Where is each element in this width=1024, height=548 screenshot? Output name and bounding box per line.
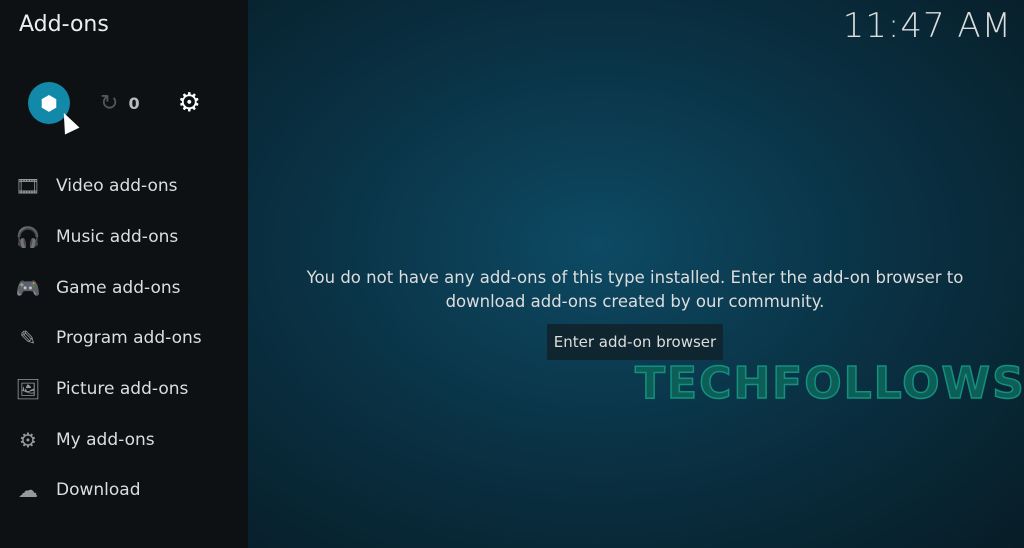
sidebar-item-video-add-ons[interactable]: 🎞 Video add-ons [0,161,248,212]
sidebar-item-label: Program add-ons [56,328,202,349]
cloud-download-icon: ☁ [18,478,38,503]
sidebar-item-program-add-ons[interactable]: ✎ Program add-ons [0,313,248,364]
clock: 11:47 AM [842,6,1012,46]
gamepad-icon: 🎮 [15,275,41,300]
sidebar-item-label: Game add-ons [56,277,181,298]
tools-icon: ✎ [19,326,37,351]
sidebar-item-label: Picture add-ons [56,379,189,400]
enter-addon-browser-button[interactable]: Enter add-on browser [547,324,723,360]
gear-icon[interactable]: ⚙ [178,88,201,118]
watermark: TECHFOLLOWS [634,357,1024,410]
sidebar-item-label: My add-ons [56,429,155,450]
sidebar-item-my-add-ons[interactable]: ⚙ My add-ons [0,414,248,465]
sidebar-item-download[interactable]: ☁ Download [0,465,248,516]
sidebar-item-label: Download [56,480,141,501]
sidebar-item-game-add-ons[interactable]: 🎮 Game add-ons [0,262,248,313]
sidebar-item-picture-add-ons[interactable]: 🖼 Picture add-ons [0,364,248,415]
sidebar: Add-ons ⬢ ↻ 0 ⚙ 🎞 Video add-ons 🎧 Music add… [0,0,248,548]
update-count: 0 [128,93,140,113]
page-title: Add-ons [19,12,109,37]
open-box-icon: ⬢ [40,91,58,115]
sidebar-item-label: Video add-ons [56,176,178,197]
refresh-icon[interactable]: ↻ [100,91,118,116]
film-icon: 🎞 [15,174,41,199]
sidebar-item-label: Music add-ons [56,227,179,248]
picture-icon: 🖼 [15,377,41,402]
sidebar-item-music-add-ons[interactable]: 🎧 Music add-ons [0,212,248,263]
empty-message: You do not have any add-ons of this type… [306,268,964,311]
headphones-icon: 🎧 [15,225,41,250]
cogs-icon: ⚙ [19,427,37,452]
